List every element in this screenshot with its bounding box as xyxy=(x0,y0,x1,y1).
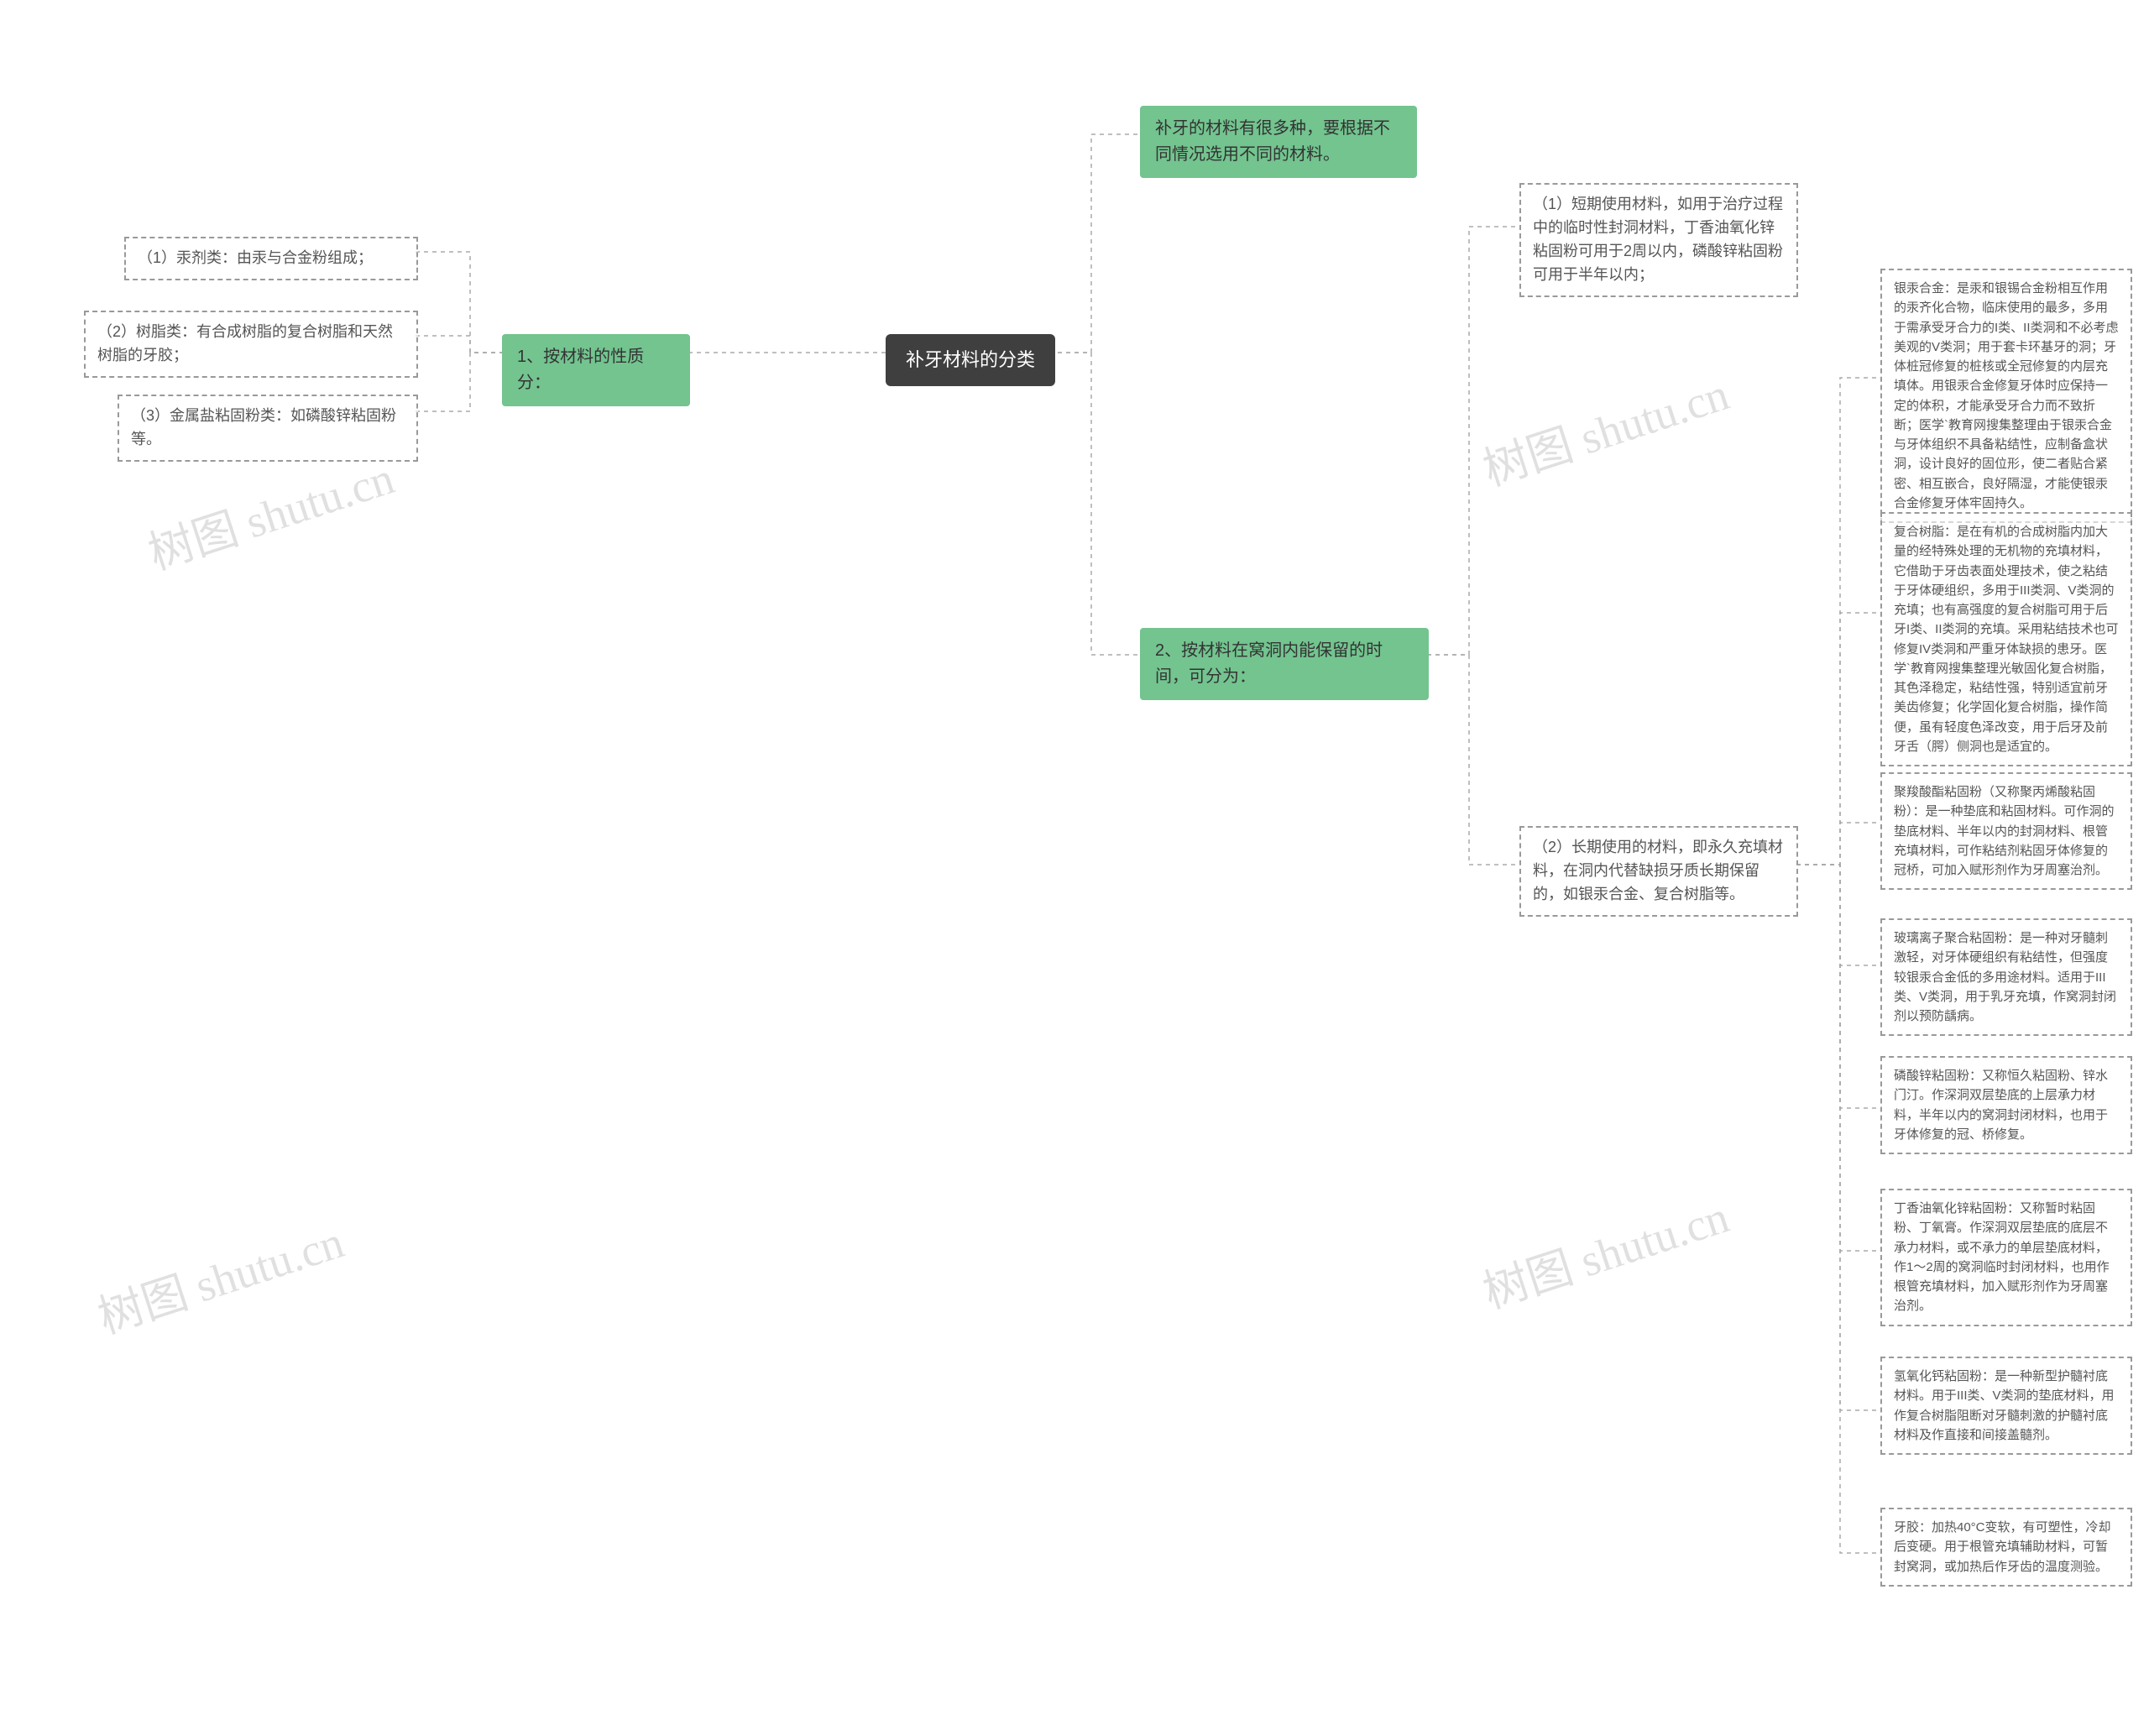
detail-7: 氢氧化钙粘固粉：是一种新型护髓衬底材料。用于III类、V类洞的垫底材料，用作复合… xyxy=(1880,1357,2132,1455)
detail-5: 磷酸锌粘固粉：又称恒久粘固粉、锌水门汀。作深洞双层垫底的上层承力材料，半年以内的… xyxy=(1880,1056,2132,1154)
left-leaf-1: （1）汞剂类：由汞与合金粉组成； xyxy=(124,237,418,280)
detail-8: 牙胶：加热40°C变软，有可塑性，冷却后变硬。用于根管充填辅助材料，可暂封窝洞，… xyxy=(1880,1508,2132,1587)
watermark: 树图 shutu.cn xyxy=(88,1205,351,1346)
right-sub-2: （2）长期使用的材料，即永久充填材料，在洞内代替缺损牙质长期保留的，如银汞合金、… xyxy=(1519,826,1798,917)
detail-2: 复合树脂：是在有机的合成树脂内加大量的经特殊处理的无机物的充填材料，它借助于牙齿… xyxy=(1880,512,2132,766)
detail-6: 丁香油氧化锌粘固粉：又称暂时粘固粉、丁氧膏。作深洞双层垫底的底层不承力材料，或不… xyxy=(1880,1189,2132,1326)
detail-1: 银汞合金：是汞和银锡合金粉相互作用的汞齐化合物，临床使用的最多，多用于需承受牙合… xyxy=(1880,269,2132,523)
left-branch-node: 1、按材料的性质分： xyxy=(502,334,690,406)
watermark: 树图 shutu.cn xyxy=(1473,1179,1736,1321)
root-node: 补牙材料的分类 xyxy=(886,334,1055,386)
right-branch-node: 2、按材料在窝洞内能保留的时间，可分为： xyxy=(1140,628,1429,700)
watermark: 树图 shutu.cn xyxy=(139,441,401,583)
detail-3: 聚羧酸酯粘固粉（又称聚丙烯酸粘固粉）：是一种垫底和粘固材料。可作洞的垫底材料、半… xyxy=(1880,772,2132,890)
left-leaf-3: （3）金属盐粘固粉类：如磷酸锌粘固粉等。 xyxy=(118,395,418,462)
detail-4: 玻璃离子聚合粘固粉：是一种对牙髓刺激轻，对牙体硬组织有粘结性，但强度较银汞合金低… xyxy=(1880,918,2132,1036)
left-leaf-2: （2）树脂类：有合成树脂的复合树脂和天然树脂的牙胶； xyxy=(84,311,418,378)
watermark: 树图 shutu.cn xyxy=(1473,357,1736,499)
right-sub-1: （1）短期使用材料，如用于治疗过程中的临时性封洞材料，丁香油氧化锌粘固粉可用于2… xyxy=(1519,183,1798,297)
intro-node: 补牙的材料有很多种，要根据不同情况选用不同的材料。 xyxy=(1140,106,1417,178)
